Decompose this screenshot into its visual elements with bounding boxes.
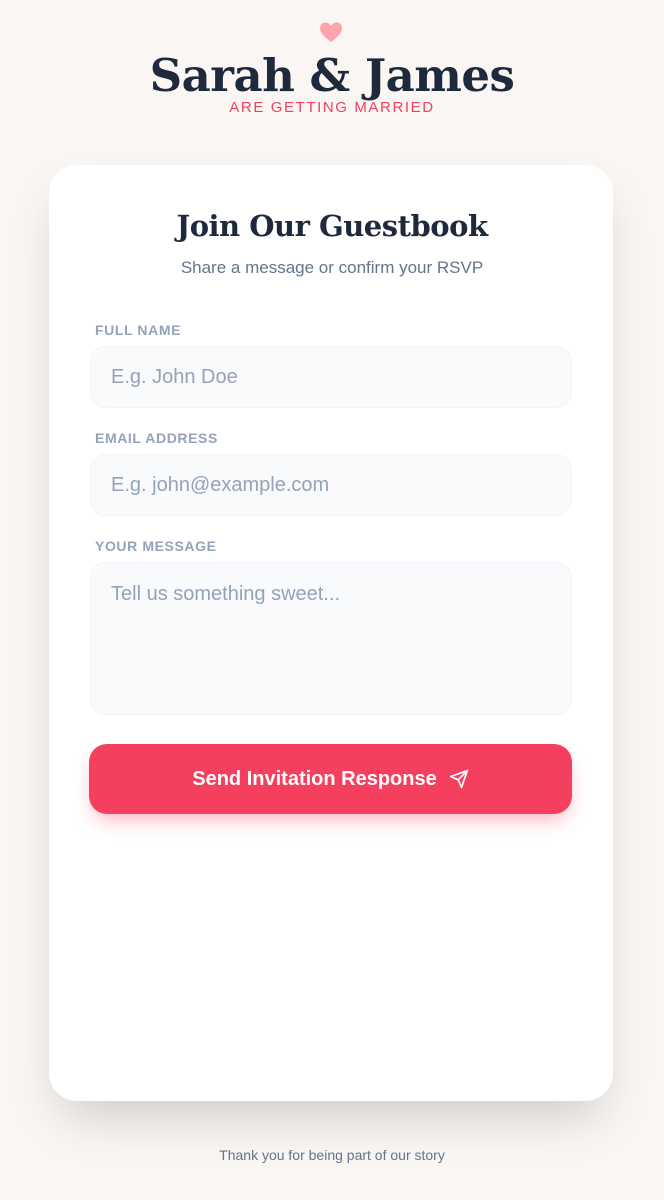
card-subtitle: Share a message or confirm your RSVP bbox=[180, 258, 484, 277]
send-icon bbox=[449, 769, 468, 789]
heart-icon bbox=[320, 22, 342, 42]
email-label: EMAIL ADDRESS bbox=[95, 430, 218, 446]
card-title: Join Our Guestbook bbox=[176, 209, 488, 243]
email-input[interactable] bbox=[90, 454, 572, 516]
tagline: ARE GETTING MARRIED bbox=[229, 99, 435, 116]
full-name-label: FULL NAME bbox=[95, 322, 182, 338]
full-name-input[interactable] bbox=[90, 346, 572, 408]
send-response-button[interactable]: Send Invitation Response bbox=[89, 744, 572, 814]
send-response-label: Send Invitation Response bbox=[192, 767, 437, 790]
message-textarea[interactable] bbox=[90, 562, 572, 715]
message-label: YOUR MESSAGE bbox=[95, 538, 217, 554]
couple-names: Sarah & James bbox=[149, 49, 515, 102]
footer-text: Thank you for being part of our story bbox=[219, 1147, 445, 1163]
